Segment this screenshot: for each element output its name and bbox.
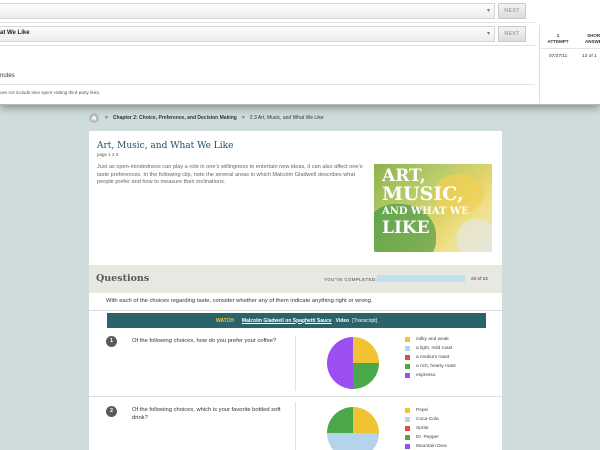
legend-label: Sprite — [416, 426, 429, 431]
legend-swatch — [405, 444, 410, 449]
transcript-link[interactable]: [Transcript] — [352, 318, 377, 324]
content-card: Art, Music, and What We Like page 1 2 3 … — [89, 131, 502, 450]
completed-label: YOU’VE COMPLETED: — [324, 277, 378, 282]
attempt-overlay-panel: ▾ NEXT at We Like ▾ NEXT nutes oes not i… — [0, 0, 600, 105]
legend-label: milky and weak — [416, 337, 449, 342]
home-icon[interactable] — [89, 113, 99, 123]
completion-progress-bar — [377, 275, 465, 282]
video-type: Video — [335, 317, 350, 324]
question-text: Of the following choices, which is your … — [132, 407, 281, 421]
hero-text-line: LIKE — [382, 218, 430, 238]
legend-item: Sprite — [405, 424, 447, 433]
hero-text-line: AND WHAT WE — [382, 206, 469, 217]
chevron-down-icon: ▾ — [486, 8, 490, 14]
completion-progress-fill — [377, 275, 465, 282]
next-button-2[interactable]: NEXT — [498, 26, 526, 42]
breadcrumb: > Chapter 2: Choice, Preference, and Dec… — [89, 111, 324, 125]
legend-swatch — [405, 355, 410, 360]
short-answer-header-text: SHORT ANSWER — [585, 33, 600, 44]
divider — [0, 22, 535, 23]
legend-swatch — [405, 408, 410, 413]
pie-slice-pepsi — [353, 407, 379, 433]
legend-label: Mountain Dew — [416, 444, 447, 449]
legend-label: Dr. Pepper — [416, 435, 439, 440]
results-pie-chart — [327, 407, 379, 450]
legend-swatch — [405, 417, 410, 422]
divider — [541, 48, 600, 49]
question-select-2[interactable]: at We Like ▾ — [0, 26, 495, 42]
chevron-down-icon: ▾ — [486, 31, 490, 37]
results-pie-chart — [327, 337, 379, 389]
select-2-value: at We Like — [0, 30, 30, 36]
legend-label: a rich, hearty roast — [416, 364, 456, 369]
breadcrumb-current: 2.3 Art, Music, and What We Like — [249, 115, 324, 121]
legend-swatch — [405, 435, 410, 440]
page-pagination[interactable]: page 1 2 3 — [97, 152, 118, 157]
legend-item: Coca-Cola — [405, 415, 447, 424]
pie-slice-milky-and-weak — [353, 337, 379, 363]
question-number: 2 — [106, 406, 117, 417]
pie-slice-dr-pepper — [327, 407, 353, 433]
legend-swatch — [405, 373, 410, 378]
legend-item: a rich, hearty roast — [405, 362, 456, 371]
attempt-date: 07/27/11 — [549, 54, 568, 59]
legend-item: Pepsi — [405, 406, 447, 415]
pie-slice-a-rich-hearty-roast — [353, 363, 379, 389]
hero-text-line: MUSIC, — [382, 183, 464, 205]
section-hero-image: ART, MUSIC, AND WHAT WE LIKE — [374, 164, 492, 252]
questions-header: Questions YOU’VE COMPLETED: 23 of 23 — [89, 265, 502, 293]
attempt-column-header: 1 ATTEMPT — [546, 33, 570, 45]
divider — [295, 336, 296, 391]
watch-label: WATCH — [215, 317, 234, 324]
legend-item: milky and weak — [405, 335, 456, 344]
legend-label: a medium roast — [416, 355, 450, 360]
divider — [539, 25, 540, 103]
legend-swatch — [405, 426, 410, 431]
intro-paragraph: Just as open-mindedness can play a role … — [97, 164, 363, 186]
attempt-score[interactable]: 13 of 1 — [582, 54, 597, 59]
time-spent-text: nutes — [0, 73, 15, 79]
legend-item: a medium roast — [405, 353, 456, 362]
divider — [0, 45, 535, 46]
legend-label: a light, mild roast — [416, 346, 453, 351]
legend-item: a light, mild roast — [405, 344, 456, 353]
completion-count: 23 of 23 — [471, 276, 488, 281]
legend-label: Pepsi — [416, 408, 428, 413]
watch-video-bar: WATCH Malcolm Gladwell on Spaghetti Sauc… — [107, 313, 486, 328]
legend-swatch — [405, 346, 410, 351]
breadcrumb-separator: > — [105, 115, 108, 121]
legend-item: Mountain Dew — [405, 442, 447, 450]
breadcrumb-separator: > — [241, 115, 245, 121]
legend-swatch — [405, 364, 410, 369]
instructions-text: With each of the choices regarding taste… — [106, 298, 373, 304]
divider — [295, 402, 296, 450]
page-title: Art, Music, and What We Like — [97, 141, 234, 151]
question-number: 1 — [106, 336, 117, 347]
pie-slice-coca-cola — [327, 433, 379, 450]
attempt-header-text: 1 ATTEMPT — [547, 33, 569, 44]
paint-splash — [456, 219, 492, 252]
legend-label: espresso — [416, 373, 436, 378]
results-legend: milky and weak a light, mild roast a mediu… — [405, 335, 456, 380]
breadcrumb-chapter[interactable]: Chapter 2: Choice, Preference, and Decis… — [113, 115, 237, 121]
divider — [89, 310, 502, 311]
results-legend: Pepsi Coca-Cola Sprite Dr. Pepper Mountain D… — [405, 406, 447, 450]
questions-title: Questions — [96, 273, 150, 284]
legend-label: Coca-Cola — [416, 417, 439, 422]
divider — [0, 84, 535, 85]
video-link[interactable]: Malcolm Gladwell on Spaghetti Sauce — [242, 318, 332, 324]
short-answer-column-header: SHORT ANSWER — [580, 33, 600, 45]
question-text: Of the following choices, how do you pre… — [132, 338, 277, 344]
legend-item: Dr. Pepper — [405, 433, 447, 442]
question-select-1[interactable]: ▾ — [0, 3, 495, 19]
time-note: oes not include time spent visiting thir… — [0, 90, 101, 95]
pie-slice-espresso — [327, 337, 353, 389]
divider — [89, 396, 502, 397]
legend-item: espresso — [405, 371, 456, 380]
next-button-1[interactable]: NEXT — [498, 3, 526, 19]
legend-swatch — [405, 337, 410, 342]
